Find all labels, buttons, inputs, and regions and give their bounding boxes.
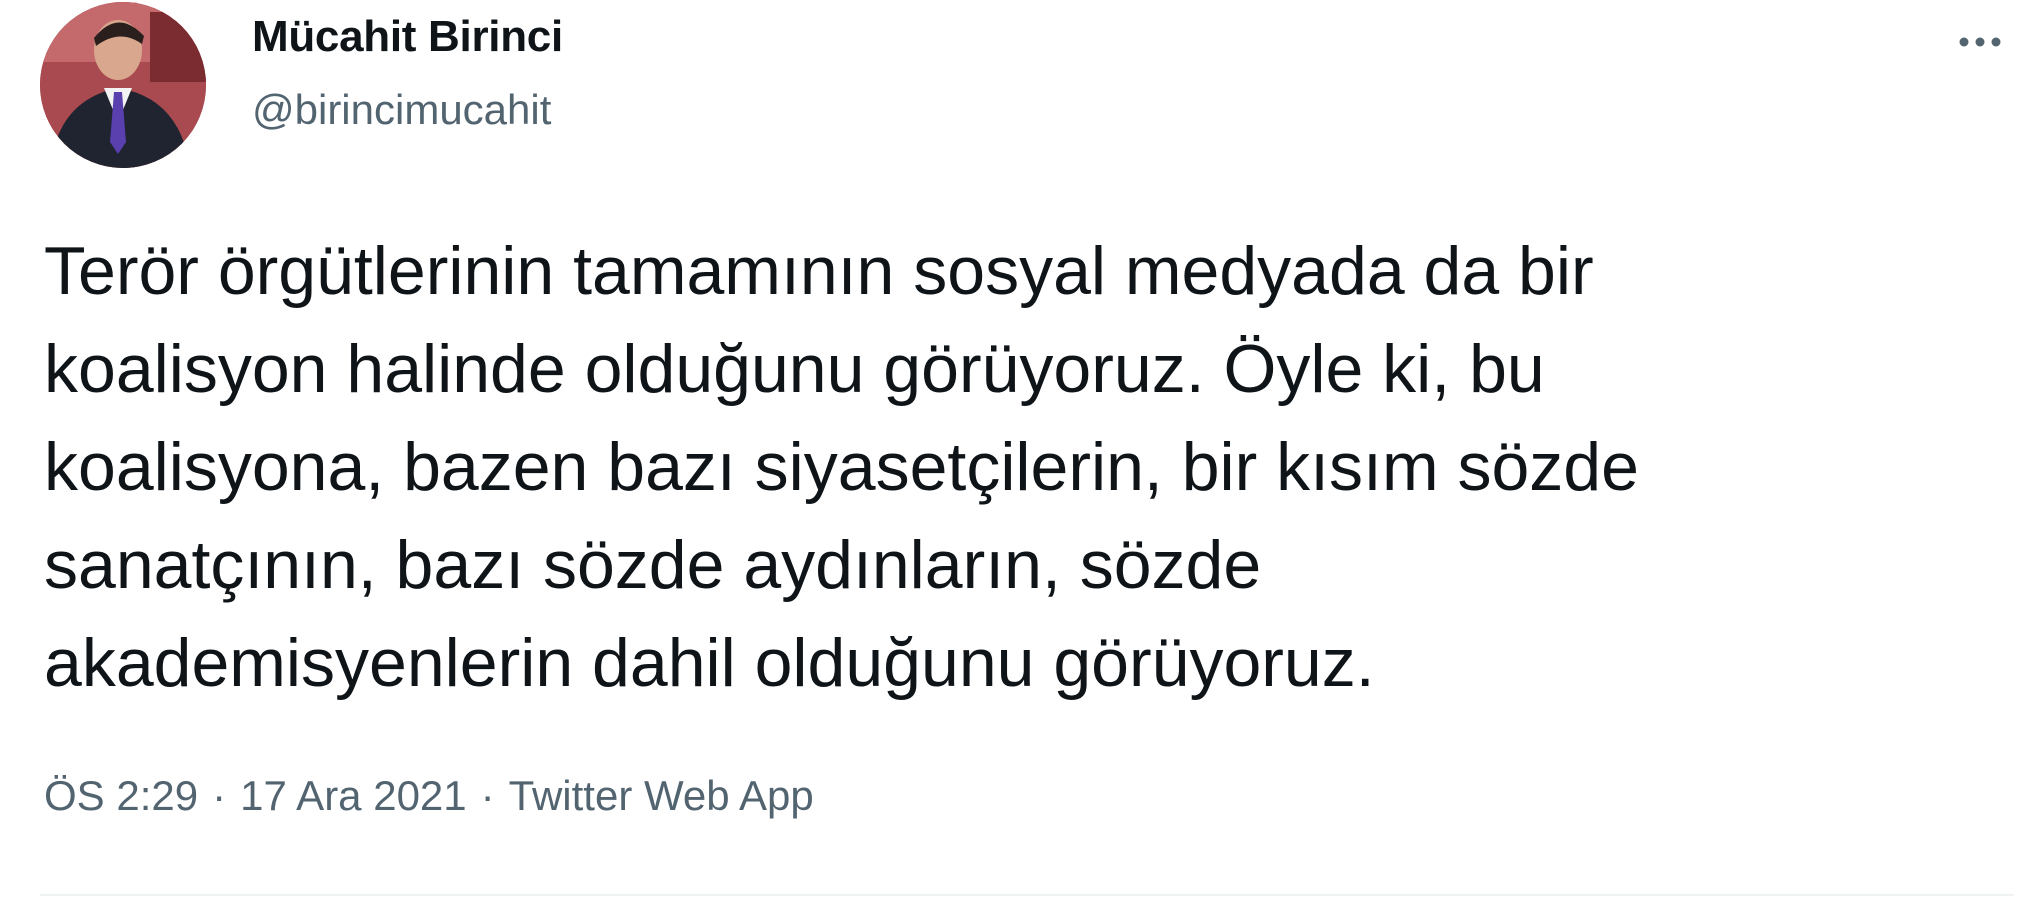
tweet-source[interactable]: Twitter Web App [509,772,814,819]
tweet-meta: ÖS 2:29 · 17 Ara 2021 · Twitter Web App [44,772,814,820]
tweet-text: Terör örgütlerinin tamamının sosyal medy… [44,233,1639,701]
meta-separator: · [212,772,227,819]
tweet-time[interactable]: ÖS 2:29 [44,772,198,819]
divider [40,894,2014,896]
author-avatar[interactable] [40,2,206,168]
author-display-name[interactable]: Mücahit Birinci [252,12,563,62]
tweet-date[interactable]: 17 Ara 2021 [240,772,467,819]
meta-separator: · [480,772,495,819]
tweet-card: Mücahit Birinci @birincimucahit Terör ör… [0,0,2042,900]
profile-photo-icon [40,2,206,168]
author-handle[interactable]: @birincimucahit [252,86,551,134]
more-horizontal-icon[interactable] [1950,20,2010,64]
